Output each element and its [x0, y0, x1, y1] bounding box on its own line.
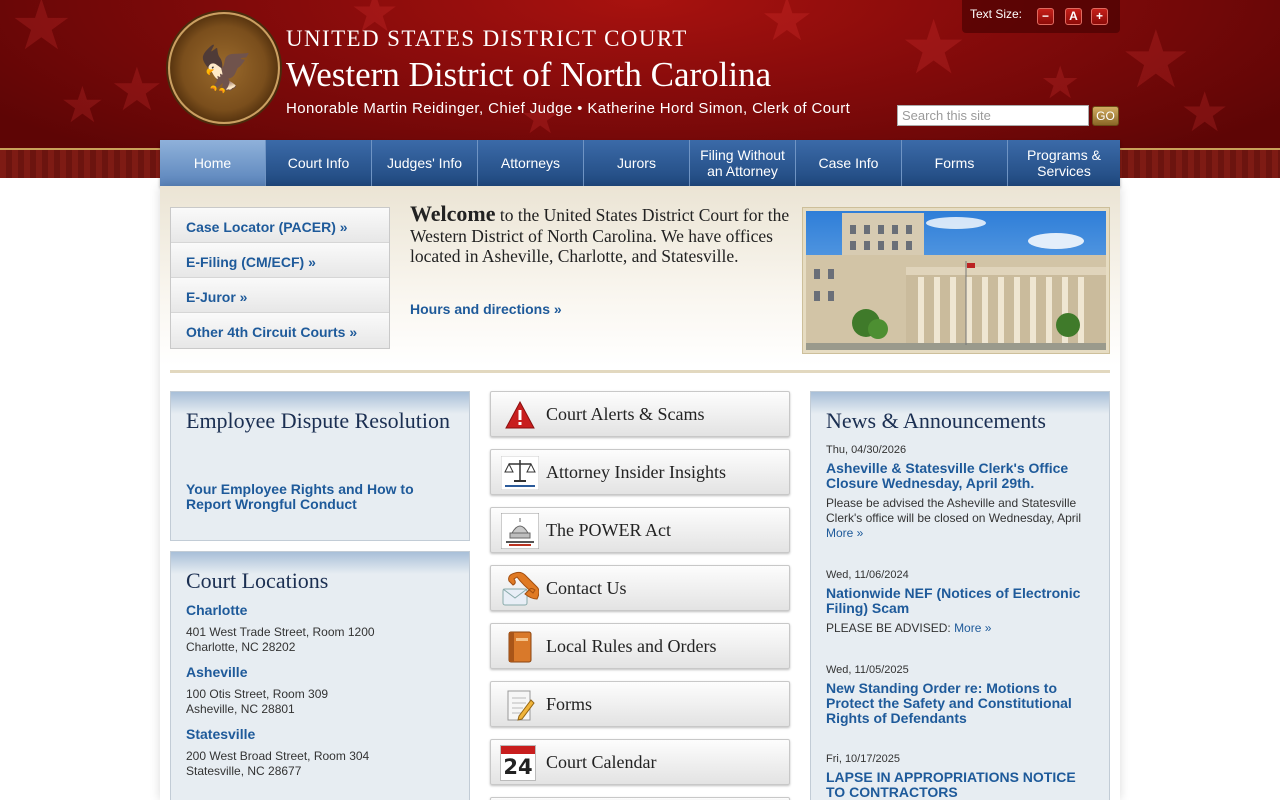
- news-more-link[interactable]: More »: [954, 621, 991, 635]
- location-city: Charlotte, NC 28202: [186, 640, 296, 654]
- news-headline-link[interactable]: Asheville & Statesville Clerk's Office C…: [826, 461, 1096, 491]
- news-item: Fri, 10/17/2025 LAPSE IN APPROPRIATIONS …: [826, 753, 1096, 800]
- news-date: Wed, 11/05/2025: [826, 664, 909, 676]
- tile-attorney-insights[interactable]: Attorney Insider Insights: [490, 449, 790, 495]
- phone-icon: [500, 571, 540, 606]
- location-address: 200 West Broad Street, Room 304: [186, 749, 370, 763]
- news-summary: Please be advised the Asheville and Stat…: [826, 496, 1082, 540]
- divider: [170, 370, 1110, 373]
- tile-contact-us[interactable]: Contact Us: [490, 565, 790, 611]
- text-decrease-button[interactable]: −: [1037, 8, 1054, 25]
- quick-link-pacer[interactable]: Case Locator (PACER) »: [171, 208, 389, 243]
- court-name: UNITED STATES DISTRICT COURT: [286, 26, 688, 51]
- search-go-button[interactable]: GO: [1092, 106, 1119, 126]
- text-reset-button[interactable]: A: [1065, 8, 1082, 25]
- nav-case-info[interactable]: Case Info: [796, 140, 902, 186]
- quick-link-efiling[interactable]: E-Filing (CM/ECF) »: [171, 243, 389, 278]
- nav-forms[interactable]: Forms: [902, 140, 1008, 186]
- text-increase-button[interactable]: +: [1091, 8, 1108, 25]
- news-item: Thu, 04/30/2026 Asheville & Statesville …: [826, 444, 1096, 541]
- news-headline-link[interactable]: Nationwide NEF (Notices of Electronic Fi…: [826, 586, 1096, 616]
- tile-court-calendar[interactable]: 24 Court Calendar: [490, 739, 790, 785]
- main-content: Case Locator (PACER) » E-Filing (CM/ECF)…: [160, 186, 1120, 800]
- district-title: Western District of North Carolina: [286, 55, 772, 94]
- news-more-link[interactable]: More »: [826, 526, 863, 540]
- tile-label: The POWER Act: [546, 520, 671, 540]
- tile-label: Court Calendar: [546, 752, 657, 772]
- eagle-icon: 🦅: [198, 44, 254, 95]
- officials-line: Honorable Martin Reidinger, Chief Judge …: [286, 100, 851, 117]
- nav-court-info[interactable]: Court Info: [266, 140, 372, 186]
- tile-label: Forms: [546, 694, 593, 714]
- welcome-heading: Welcome: [410, 201, 496, 226]
- news-item: Wed, 11/05/2025 New Standing Order re: M…: [826, 664, 1096, 726]
- calendar-icon: 24: [500, 745, 536, 781]
- news-item: Wed, 11/06/2024 Nationwide NEF (Notices …: [826, 569, 1096, 636]
- location-address: 401 West Trade Street, Room 1200: [186, 625, 375, 639]
- welcome-text: Welcome to the United States District Co…: [410, 201, 790, 267]
- court-locations-title: Court Locations: [186, 568, 329, 593]
- location-statesville: Statesville 200 West Broad Street, Room …: [186, 726, 369, 779]
- location-name-link[interactable]: Charlotte: [186, 602, 247, 618]
- news-title: News & Announcements: [826, 408, 1046, 433]
- news-date: Wed, 11/06/2024: [826, 569, 909, 581]
- employee-dispute-title: Employee Dispute Resolution: [186, 408, 450, 433]
- employee-dispute-panel: Employee Dispute Resolution Your Employe…: [170, 391, 470, 541]
- location-asheville: Asheville 100 Otis Street, Room 309 Ashev…: [186, 664, 328, 717]
- nav-programs-services[interactable]: Programs & Services: [1008, 140, 1120, 186]
- news-date: Fri, 10/17/2025: [826, 753, 900, 765]
- court-seal-logo[interactable]: 🦅: [168, 12, 280, 124]
- congress-icon: [500, 513, 540, 549]
- scales-icon: [500, 456, 540, 490]
- text-size-control: Text Size: − A +: [962, 0, 1120, 33]
- tile-power-act[interactable]: The POWER Act: [490, 507, 790, 553]
- news-summary: PLEASE BE ADVISED: More »: [826, 621, 992, 635]
- book-icon: [500, 630, 540, 664]
- nav-attorneys[interactable]: Attorneys: [478, 140, 584, 186]
- location-city: Asheville, NC 28801: [186, 702, 295, 716]
- quick-link-ejuror[interactable]: E-Juror »: [171, 278, 389, 313]
- employee-rights-link[interactable]: Your Employee Rights and How to Report W…: [186, 482, 446, 512]
- location-city: Statesville, NC 28677: [186, 764, 302, 778]
- hours-directions-link[interactable]: Hours and directions »: [410, 301, 562, 317]
- calendar-day: 24: [503, 755, 533, 779]
- location-charlotte: Charlotte 401 West Trade Street, Room 12…: [186, 602, 375, 655]
- court-locations-panel: Court Locations Charlotte 401 West Trade…: [170, 551, 470, 800]
- tile-label: Local Rules and Orders: [546, 636, 717, 656]
- news-headline-link[interactable]: New Standing Order re: Motions to Protec…: [826, 681, 1096, 726]
- news-headline-link[interactable]: LAPSE IN APPROPRIATIONS NOTICE TO CONTRA…: [826, 770, 1096, 800]
- tile-court-alerts[interactable]: Court Alerts & Scams: [490, 391, 790, 437]
- tile-forms[interactable]: Forms: [490, 681, 790, 727]
- courthouse-photo: [802, 207, 1110, 354]
- tile-label: Contact Us: [546, 578, 627, 598]
- tile-local-rules[interactable]: Local Rules and Orders: [490, 623, 790, 669]
- text-size-label: Text Size:: [970, 7, 1023, 21]
- main-nav: Home Court Info Judges' Info Attorneys J…: [160, 140, 1120, 186]
- form-icon: [500, 688, 540, 722]
- nav-jurors[interactable]: Jurors: [584, 140, 690, 186]
- nav-home[interactable]: Home: [160, 140, 266, 186]
- nav-judges-info[interactable]: Judges' Info: [372, 140, 478, 186]
- alert-icon: [500, 398, 540, 432]
- search-input[interactable]: [897, 105, 1089, 126]
- location-name-link[interactable]: Asheville: [186, 664, 247, 680]
- nav-filing-without-attorney[interactable]: Filing Without an Attorney: [690, 140, 796, 186]
- location-address: 100 Otis Street, Room 309: [186, 687, 329, 701]
- quick-link-4th-circuit[interactable]: Other 4th Circuit Courts »: [171, 313, 389, 348]
- news-panel: News & Announcements Thu, 04/30/2026 Ash…: [810, 391, 1110, 800]
- quick-links: Case Locator (PACER) » E-Filing (CM/ECF)…: [170, 207, 390, 349]
- news-date: Thu, 04/30/2026: [826, 444, 907, 456]
- tile-label: Court Alerts & Scams: [546, 404, 705, 424]
- location-name-link[interactable]: Statesville: [186, 726, 255, 742]
- tile-label: Attorney Insider Insights: [546, 462, 726, 482]
